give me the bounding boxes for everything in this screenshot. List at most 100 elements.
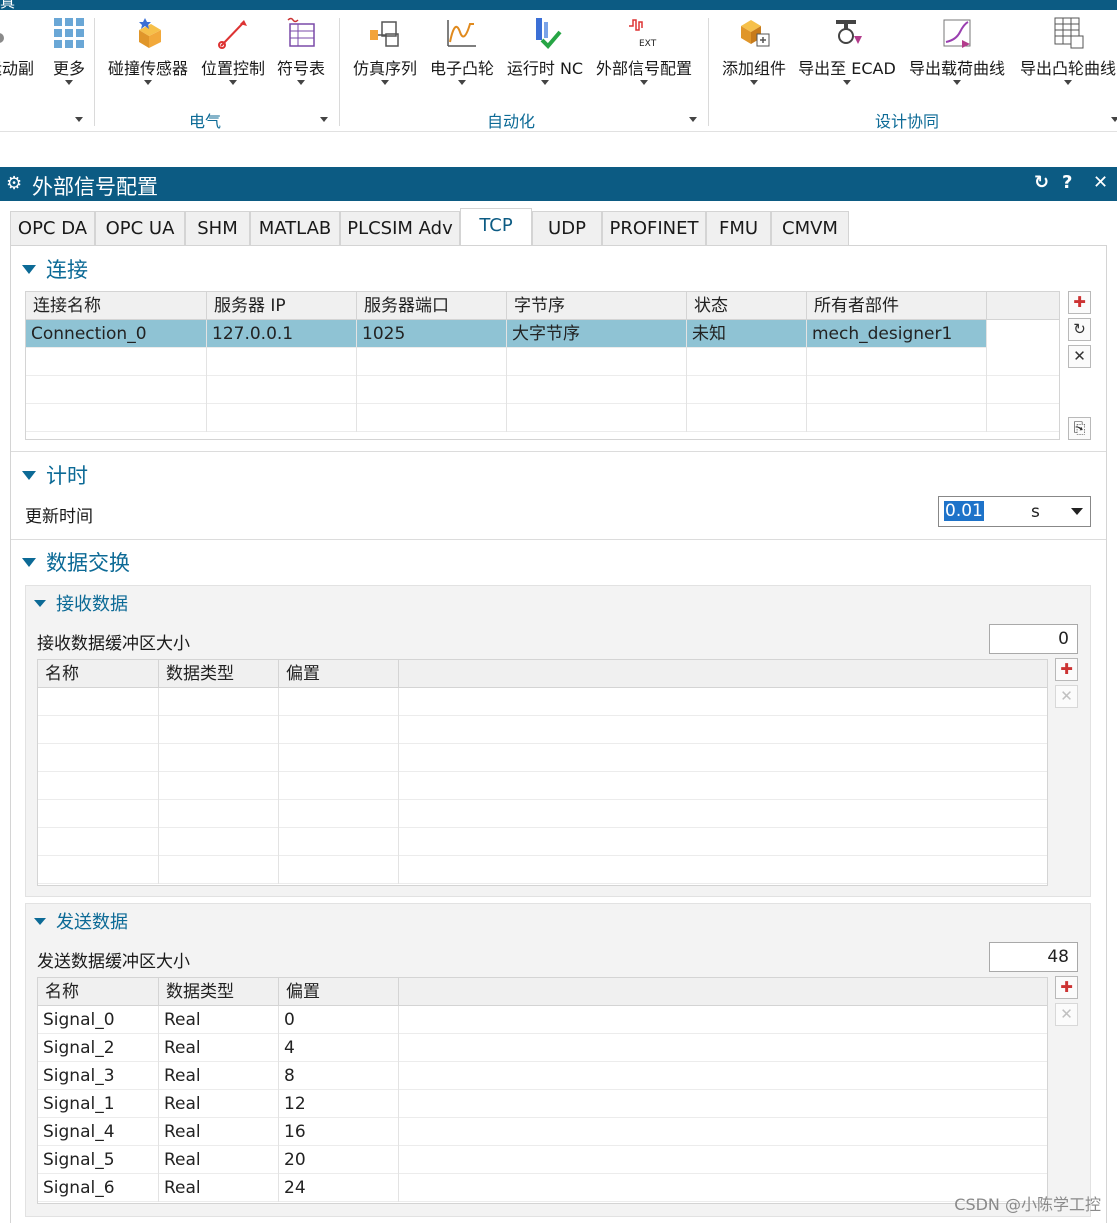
- more-button[interactable]: 更多: [48, 10, 90, 100]
- delete-connection-button[interactable]: ✕: [1068, 345, 1091, 368]
- table-row[interactable]: [26, 404, 1059, 432]
- table-row[interactable]: [26, 348, 1059, 376]
- column-header[interactable]: 状态: [687, 292, 807, 320]
- symbol-table-button[interactable]: 符号表: [272, 10, 330, 100]
- table-row[interactable]: [38, 688, 1047, 716]
- add-icon: ✚: [1073, 293, 1086, 311]
- collision-sensor-button[interactable]: 碰撞传感器: [104, 10, 192, 100]
- group-dropdown-icon[interactable]: [689, 117, 697, 122]
- table-row[interactable]: [38, 744, 1047, 772]
- column-header[interactable]: 服务器端口: [357, 292, 507, 320]
- refresh-connection-button[interactable]: ↻: [1068, 318, 1091, 341]
- table-row[interactable]: Signal_6 Real 24: [38, 1174, 1047, 1202]
- external-signal-button[interactable]: EXT 外部信号配置: [590, 10, 698, 100]
- send-buffer-input[interactable]: 48: [989, 942, 1078, 972]
- tab-tcp[interactable]: TCP: [460, 208, 532, 246]
- simulation-sequence-button[interactable]: 仿真序列: [348, 10, 422, 100]
- table-row[interactable]: Signal_0 Real 0: [38, 1006, 1047, 1034]
- column-header[interactable]: 连接名称: [26, 292, 207, 320]
- column-header[interactable]: 所有者部件: [807, 292, 987, 320]
- tab-shm[interactable]: SHM: [185, 211, 250, 245]
- section-header-timing[interactable]: 计时: [22, 460, 88, 490]
- chevron-down-icon[interactable]: [1071, 508, 1083, 515]
- subsection-header-send[interactable]: 发送数据: [34, 908, 128, 934]
- chevron-down-icon: [541, 80, 549, 85]
- joint-button[interactable]: 运动副: [0, 10, 40, 100]
- group-label-automation: 自动化: [486, 112, 535, 131]
- subsection-header-receive[interactable]: 接收数据: [34, 590, 128, 616]
- column-header[interactable]: 名称: [38, 660, 159, 688]
- add-connection-button[interactable]: ✚: [1068, 291, 1091, 314]
- update-time-field[interactable]: 0.01 s: [938, 496, 1091, 527]
- column-header[interactable]: 服务器 IP: [207, 292, 357, 320]
- table-row[interactable]: [38, 716, 1047, 744]
- tab-opc-da[interactable]: OPC DA: [10, 211, 95, 245]
- tab-plcsim-adv[interactable]: PLCSIM Adv: [340, 211, 460, 245]
- table-row[interactable]: Signal_1 Real 12: [38, 1090, 1047, 1118]
- collapse-triangle-icon: [22, 471, 36, 480]
- position-control-button[interactable]: 位置控制: [196, 10, 270, 100]
- tab-cmvm[interactable]: CMVM: [771, 211, 849, 245]
- table-row[interactable]: [38, 772, 1047, 800]
- table-row[interactable]: Signal_4 Real 16: [38, 1118, 1047, 1146]
- column-header[interactable]: 数据类型: [159, 978, 279, 1006]
- delete-send-signal-button[interactable]: ✕: [1055, 1003, 1078, 1026]
- update-time-value[interactable]: 0.01: [944, 501, 984, 521]
- cell-signal-name: Signal_5: [38, 1146, 159, 1174]
- cell-data-type: Real: [159, 1146, 279, 1174]
- group-separator: [708, 18, 709, 126]
- ribbon-tab-label[interactable]: 真: [0, 0, 15, 10]
- column-header[interactable]: 偏置: [279, 660, 399, 688]
- export-ecad-button[interactable]: 导出至 ECAD: [794, 10, 900, 100]
- table-row[interactable]: [38, 800, 1047, 828]
- time-unit: s: [1031, 502, 1040, 522]
- collapse-triangle-icon: [22, 558, 36, 567]
- electronic-cam-button[interactable]: 电子凸轮: [425, 10, 499, 100]
- connection-table: 连接名称 服务器 IP 服务器端口 字节序 状态 所有者部件 Connectio…: [25, 291, 1060, 440]
- chevron-down-icon: [381, 80, 389, 85]
- table-row[interactable]: Signal_3 Real 8: [38, 1062, 1047, 1090]
- reset-icon[interactable]: ↻: [1034, 172, 1049, 193]
- table-row[interactable]: Connection_0 127.0.0.1 1025 大字节序 未知 mech…: [26, 320, 987, 348]
- section-header-data-exchange[interactable]: 数据交换: [22, 547, 130, 577]
- export-cam-curve-button[interactable]: 导出凸轮曲线: [1014, 10, 1117, 100]
- column-header[interactable]: 偏置: [279, 978, 399, 1006]
- tab-fmu[interactable]: FMU: [706, 211, 771, 245]
- tab-udp[interactable]: UDP: [532, 211, 602, 245]
- runtime-nc-button[interactable]: 运行时 NC: [502, 10, 588, 100]
- column-header[interactable]: 数据类型: [159, 660, 279, 688]
- group-dropdown-icon[interactable]: [320, 117, 328, 122]
- symbol-table-icon: [287, 17, 315, 47]
- add-send-signal-button[interactable]: ✚: [1055, 976, 1078, 999]
- tab-profinet[interactable]: PROFINET: [602, 211, 706, 245]
- close-icon[interactable]: ✕: [1093, 172, 1108, 193]
- tab-matlab[interactable]: MATLAB: [250, 211, 340, 245]
- add-receive-signal-button[interactable]: ✚: [1055, 658, 1078, 681]
- cell-offset: 20: [279, 1146, 399, 1174]
- cell-signal-name: Signal_2: [38, 1034, 159, 1062]
- column-header[interactable]: 字节序: [507, 292, 687, 320]
- receive-buffer-label: 接收数据缓冲区大小: [37, 634, 190, 654]
- help-icon[interactable]: ?: [1062, 172, 1072, 193]
- table-row[interactable]: Signal_5 Real 20: [38, 1146, 1047, 1174]
- receive-buffer-input[interactable]: 0: [989, 624, 1078, 654]
- electronic-cam-label: 电子凸轮: [429, 59, 494, 78]
- copy-connection-button[interactable]: ⎘: [1068, 417, 1091, 440]
- group-dropdown-icon[interactable]: [1111, 117, 1117, 122]
- delete-receive-signal-button[interactable]: ✕: [1055, 685, 1078, 708]
- export-load-curve-button[interactable]: 导出载荷曲线: [903, 10, 1011, 100]
- table-row[interactable]: [38, 856, 1047, 884]
- table-row[interactable]: [38, 828, 1047, 856]
- column-header[interactable]: 名称: [38, 978, 159, 1006]
- close-icon: ✕: [1060, 1005, 1073, 1023]
- dialog-title: 外部信号配置: [32, 175, 158, 199]
- svg-text:EXT: EXT: [639, 39, 657, 49]
- section-header-connection[interactable]: 连接: [22, 254, 88, 284]
- table-row[interactable]: Signal_2 Real 4: [38, 1034, 1047, 1062]
- table-row[interactable]: [26, 376, 1059, 404]
- group-dropdown-icon[interactable]: [75, 117, 83, 122]
- group-separator: [339, 18, 340, 126]
- tab-opc-ua[interactable]: OPC UA: [95, 211, 185, 245]
- ribbon: 运动副 更多 碰撞传感器 位置控制 符号表 电气: [0, 10, 1117, 132]
- add-component-button[interactable]: 添加组件: [716, 10, 792, 100]
